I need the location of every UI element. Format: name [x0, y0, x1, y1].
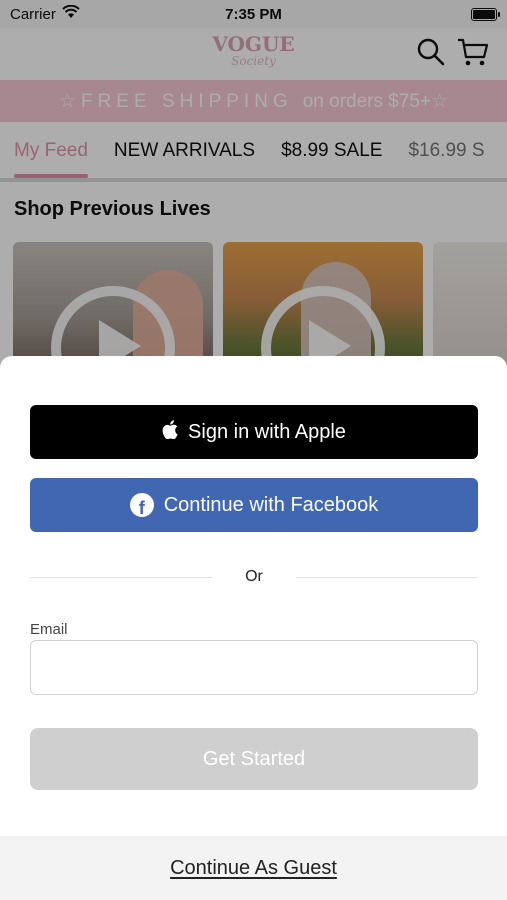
- email-label: Email: [30, 621, 68, 638]
- apple-button-label: Sign in with Apple: [188, 420, 346, 443]
- or-divider: Or: [30, 566, 478, 588]
- continue-with-facebook-button[interactable]: f Continue with Facebook: [30, 478, 478, 532]
- sign-in-with-apple-button[interactable]: Sign in with Apple: [30, 405, 478, 459]
- apple-icon: [162, 419, 178, 445]
- continue-as-guest-link[interactable]: Continue As Guest: [170, 857, 337, 880]
- login-sheet: Sign in with Apple f Continue with Faceb…: [0, 356, 507, 900]
- divider-line: [296, 576, 478, 578]
- facebook-icon: f: [129, 493, 154, 517]
- guest-bar: Continue As Guest: [0, 836, 507, 900]
- or-label: Or: [245, 568, 263, 585]
- divider-line: [30, 576, 212, 578]
- email-input[interactable]: [30, 640, 478, 695]
- facebook-button-label: Continue with Facebook: [163, 493, 379, 516]
- get-started-button[interactable]: Get Started: [30, 728, 478, 790]
- get-started-label: Get Started: [202, 747, 306, 770]
